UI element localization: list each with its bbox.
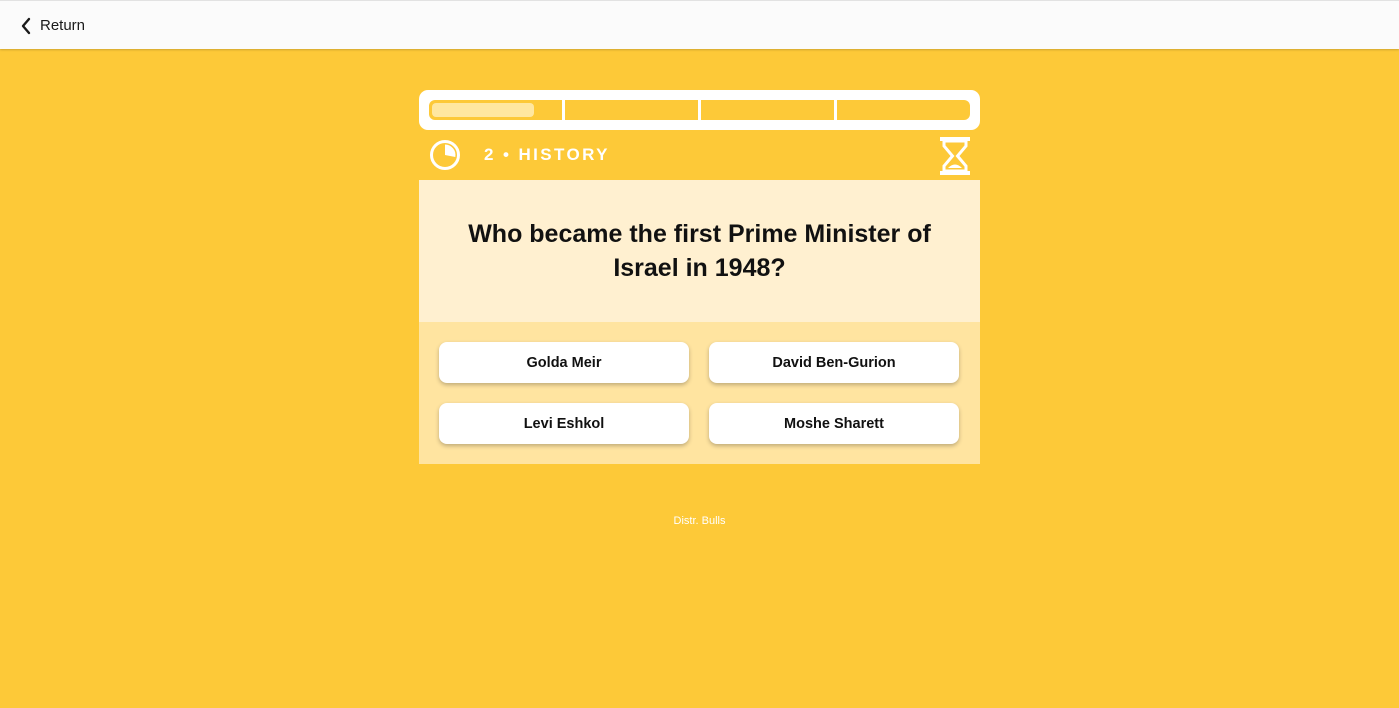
distributor-credit: Distr. Bulls [673,515,726,527]
question-card: Who became the first Prime Minister of I… [419,180,980,322]
progress-track [429,100,970,120]
return-button[interactable]: Return [20,1,85,50]
progress-segment [429,100,562,120]
question-meta: 2 • HISTORY [419,134,980,178]
question-category: 2 • HISTORY [484,145,610,165]
quiz-progress-bar [419,90,980,130]
answer-option-button[interactable]: Levi Eshkol [439,403,689,444]
pie-timer-icon [429,139,461,176]
progress-segment-fill [432,103,534,117]
category-label: HISTORY [518,145,610,164]
answer-option-button[interactable]: Golda Meir [439,342,689,383]
top-bar: Return [0,0,1399,49]
answer-option-button[interactable]: David Ben-Gurion [709,342,959,383]
hourglass-icon [939,136,971,181]
question-text: Who became the first Prime Minister of I… [468,220,931,282]
progress-segment [837,100,970,120]
progress-segment [565,100,698,120]
answer-option-button[interactable]: Moshe Sharett [709,403,959,444]
chevron-left-icon [20,17,32,35]
answers-panel: Golda Meir David Ben-Gurion Levi Eshkol … [419,322,980,464]
category-separator: • [502,145,512,164]
return-label: Return [40,17,86,34]
progress-segment [701,100,834,120]
question-number: 2 [484,145,496,164]
